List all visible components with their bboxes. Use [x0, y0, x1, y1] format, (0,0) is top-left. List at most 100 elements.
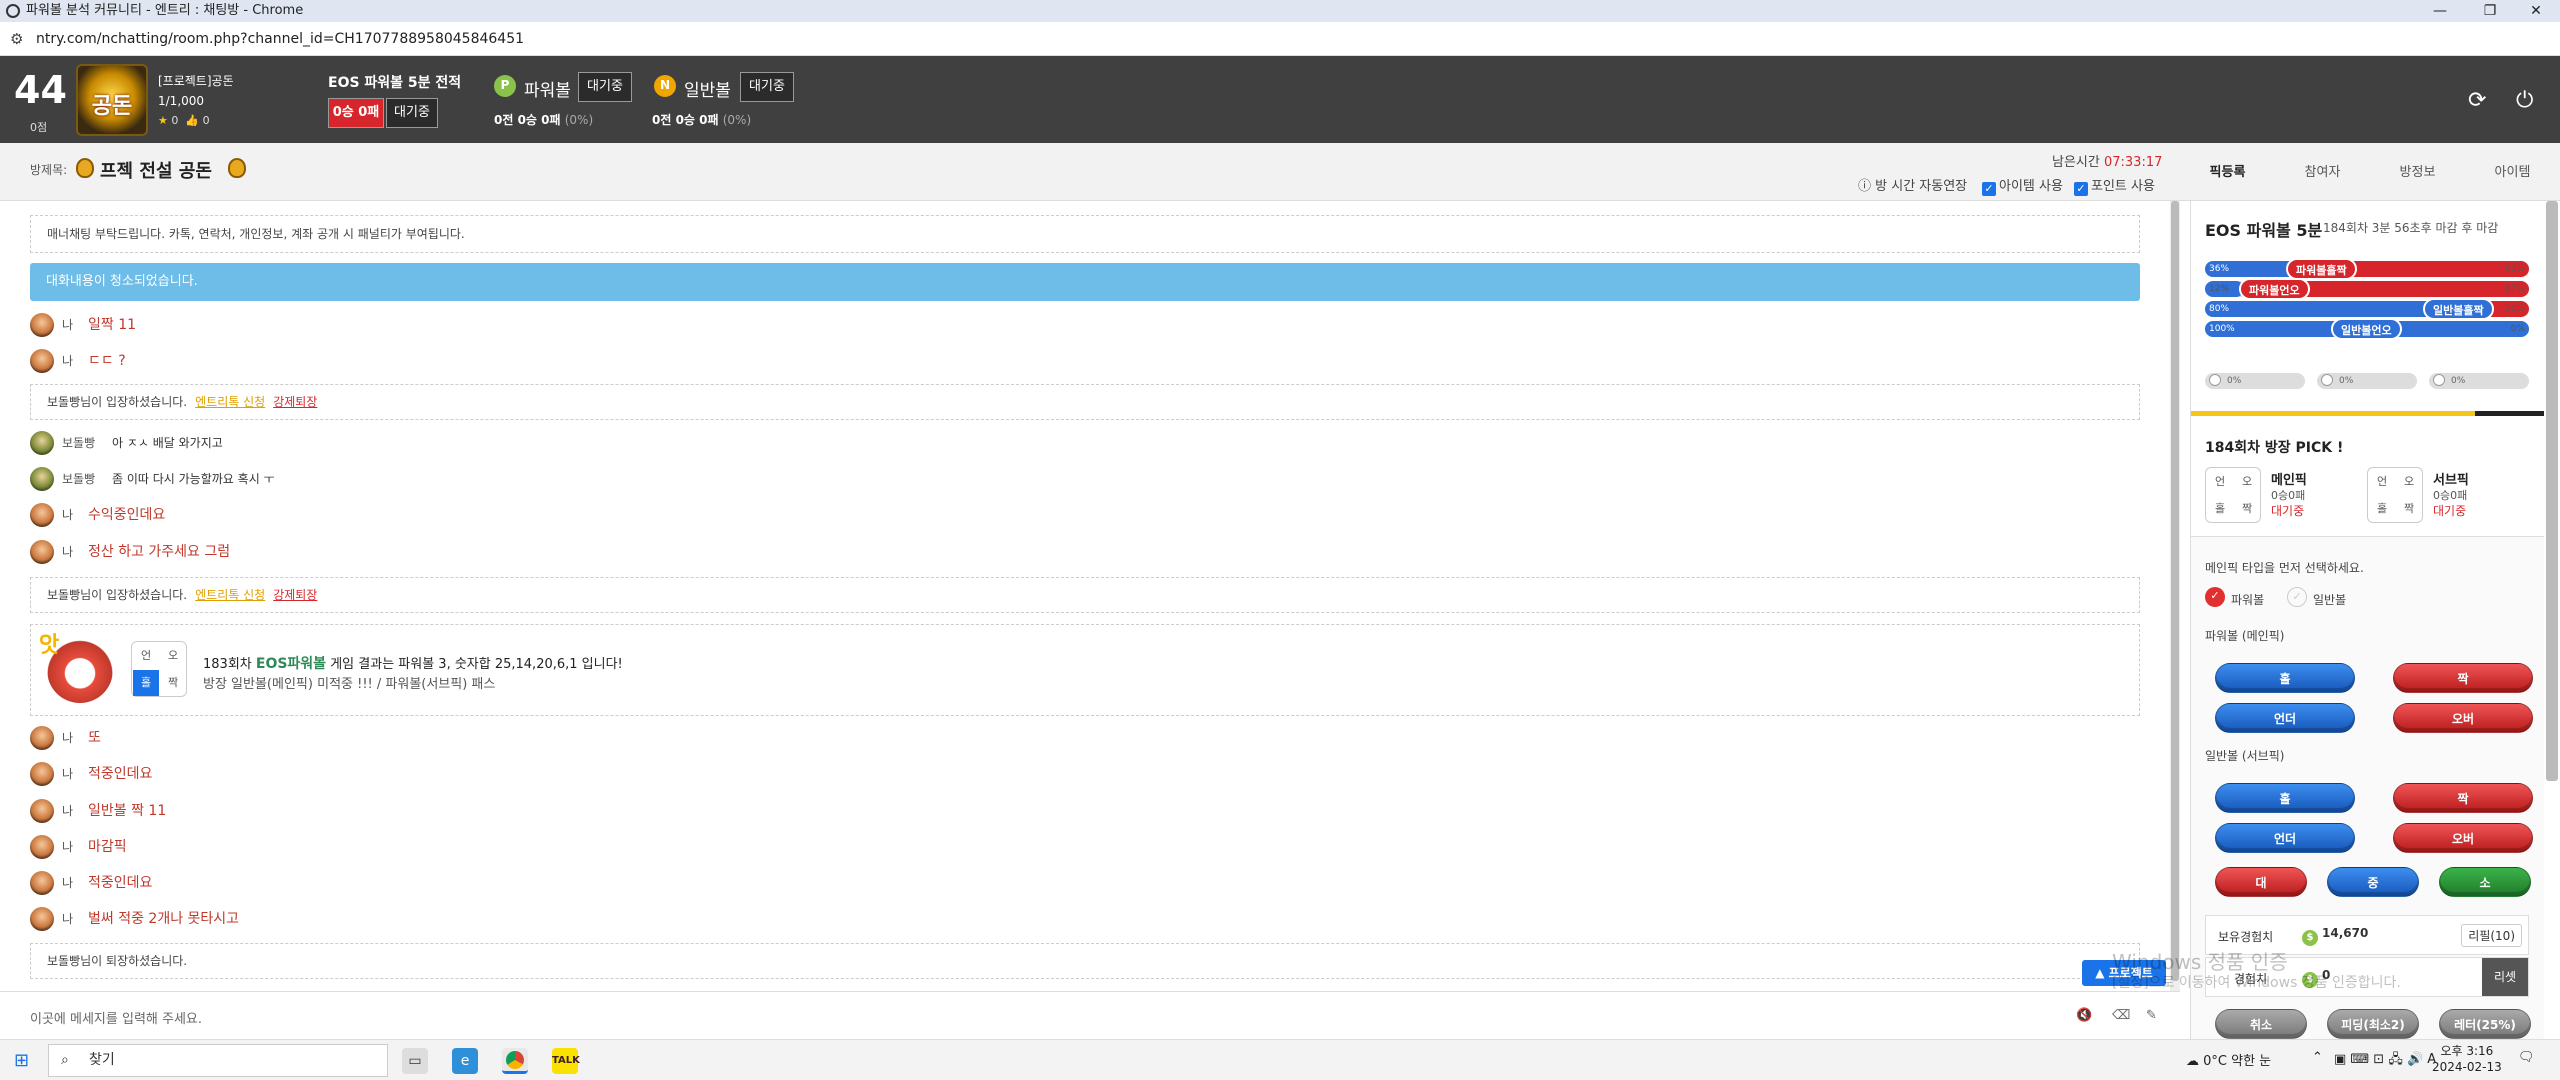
normalball-n-icon: N	[654, 75, 676, 97]
mid-button[interactable]: 중	[2327, 867, 2419, 897]
power-icon[interactable]: ⏻	[2516, 88, 2533, 113]
auto-extend-label: 방 시간 자동연장	[1875, 179, 1968, 194]
powerball-record: 0전 0승 0패 (0%)	[494, 111, 593, 128]
message-input[interactable]: 이곳에 메세지를 입력해 주세요.	[30, 1008, 202, 1027]
room-name: 프젝 전설 공돈	[100, 161, 212, 182]
edge-browser-icon[interactable]: e	[452, 1048, 478, 1074]
restore-icon[interactable]: ❐	[2470, 0, 2510, 22]
user-avatar-icon	[30, 349, 54, 373]
power-over-button[interactable]: 오버	[2393, 703, 2533, 733]
refresh-icon[interactable]: ⟳	[2468, 88, 2486, 113]
kick-link[interactable]: 강제퇴장	[273, 588, 317, 602]
eos-status-button[interactable]: 대기중	[386, 98, 438, 128]
reset-button[interactable]: 리셋	[2482, 958, 2528, 996]
normal-odd-button[interactable]: 홀	[2215, 783, 2355, 813]
tray-icons[interactable]: ▣ ⌨ ⊡ 🖧 🔊 A	[2334, 1050, 2436, 1072]
message-sender: 나	[62, 354, 74, 368]
letter-button[interactable]: 레터(25%)	[2439, 1009, 2531, 1039]
powerball-type-radio-checked-icon[interactable]: ✓	[2205, 587, 2225, 607]
cancel-button[interactable]: 취소	[2215, 1009, 2307, 1039]
manner-notice: 매너채팅 부탁드립니다. 카톡, 연락처, 개인정보, 계좌 공개 시 패널티가…	[30, 215, 2140, 253]
result-grid: 언 오 홀 짝	[131, 641, 187, 697]
message-text: 일짝 11	[88, 317, 137, 333]
chrome-browser-icon[interactable]	[502, 1048, 528, 1074]
checkbox-checked-icon: ✓	[1982, 182, 1996, 196]
system-clock[interactable]: 오후 3:16 2024-02-13	[2432, 1043, 2502, 1075]
mute-icon[interactable]: 🔇	[2076, 1008, 2092, 1023]
mini-stat-value: 0%	[2451, 376, 2466, 386]
message-input-bar[interactable]: 이곳에 메세지를 입력해 주세요. 🔇 ⌫ ✎	[0, 991, 2180, 1039]
url-text[interactable]: ntry.com/nchatting/room.php?channel_id=C…	[36, 22, 524, 56]
select-hint: 메인픽 타입을 먼저 선택하세요.	[2205, 561, 2364, 575]
star-icon: ★	[158, 114, 168, 127]
grid-cell: 짝	[2241, 502, 2253, 515]
exp-value: 14,670	[2322, 926, 2369, 940]
message-text: 수익중인데요	[88, 507, 166, 523]
clock-date: 2024-02-13	[2432, 1060, 2502, 1074]
kick-link[interactable]: 강제퇴장	[273, 395, 317, 409]
scrollbar-thumb[interactable]	[2171, 201, 2179, 981]
tray-chevron-icon[interactable]: ⌃	[2312, 1050, 2323, 1065]
entry-talk-link[interactable]: 엔트리톡 신청	[195, 588, 265, 602]
power-even-button[interactable]: 짝	[2393, 663, 2533, 693]
point-use-checkbox[interactable]: ✓ 포인트 사용	[2074, 175, 2155, 196]
address-bar[interactable]: ⚙ ntry.com/nchatting/room.php?channel_id…	[0, 22, 2560, 56]
power-odd-button[interactable]: 홀	[2215, 663, 2355, 693]
ratio-right-value: 0%	[2510, 324, 2525, 334]
checkbox-checked-icon: ✓	[2074, 182, 2088, 196]
normalball-status-button[interactable]: 대기중	[740, 72, 794, 102]
site-info-icon[interactable]: ⚙	[10, 22, 23, 56]
tab-participants[interactable]: 참여자	[2275, 161, 2370, 180]
chrome-logo-icon	[506, 1051, 524, 1069]
normalball-type-radio-icon[interactable]: ✓	[2287, 587, 2307, 607]
eraser-icon[interactable]: ⌫	[2112, 1008, 2130, 1023]
mini-stat-value: 0%	[2339, 376, 2354, 386]
taskbar-search[interactable]: ⌕ 찾기	[48, 1044, 388, 1077]
ratio-right-value: 63%	[2504, 264, 2525, 274]
windows-start-icon[interactable]: ⊞	[14, 1050, 29, 1071]
kakaotalk-icon[interactable]: TALK	[552, 1048, 580, 1074]
big-button[interactable]: 대	[2215, 867, 2307, 897]
message-sender: 나	[62, 912, 74, 926]
normal-even-button[interactable]: 짝	[2393, 783, 2533, 813]
powerball-status-button[interactable]: 대기중	[578, 72, 632, 102]
ratio-left-value: 12%	[2209, 284, 2230, 294]
refill-button[interactable]: 리필(10)	[2461, 924, 2522, 947]
auto-extend-option[interactable]: ⓘ 방 시간 자동연장	[1858, 175, 1967, 194]
tab-pick-register[interactable]: 픽등록	[2180, 161, 2275, 180]
panel-scrollbar[interactable]	[2546, 201, 2558, 781]
task-view-icon[interactable]: ▭	[402, 1048, 428, 1074]
avatar[interactable]: 공돈	[76, 64, 148, 136]
grid-cell: 오	[167, 649, 179, 662]
power-under-button[interactable]: 언더	[2215, 703, 2355, 733]
result-round: 183회차	[203, 657, 252, 672]
weather-widget[interactable]: ☁ 0°C 약한 눈	[2186, 1050, 2271, 1069]
room-title-bar: 방제목: 프젝 전설 공돈 남은시간 07:33:17 ⓘ 방 시간 자동연장 …	[0, 143, 2180, 201]
small-button[interactable]: 소	[2439, 867, 2531, 897]
stat-icon	[2433, 374, 2445, 386]
tab-items[interactable]: 아이템	[2465, 161, 2560, 180]
tab-room-info[interactable]: 방정보	[2370, 161, 2465, 180]
coin-icon: $	[2302, 930, 2318, 946]
item-use-checkbox[interactable]: ✓ 아이템 사용	[1982, 175, 2063, 196]
minimize-icon[interactable]: —	[2420, 0, 2460, 22]
level-points: 0점	[30, 121, 48, 134]
timer-progress-remaining	[2475, 411, 2544, 416]
ratio-left-value: 36%	[2209, 264, 2230, 274]
notification-icon[interactable]: 🗨	[2518, 1050, 2535, 1065]
normalball-record-pct: (0%)	[722, 113, 752, 127]
type-power-label[interactable]: 파워볼	[2231, 591, 2264, 608]
grid-cell: 홀	[2376, 502, 2388, 515]
chat-scrollbar[interactable]	[2170, 201, 2180, 991]
item-use-label: 아이템 사용	[1999, 179, 2063, 194]
ratio-bar: 36% 63% 파워볼홀짝	[2205, 258, 2529, 280]
stat-icon	[2209, 374, 2221, 386]
normal-under-button[interactable]: 언더	[2215, 823, 2355, 853]
feeding-button[interactable]: 피딩(최소2)	[2327, 1009, 2419, 1039]
type-normal-label[interactable]: 일반볼	[2313, 591, 2346, 608]
normal-over-button[interactable]: 오버	[2393, 823, 2533, 853]
close-icon[interactable]: ✕	[2516, 0, 2556, 22]
entry-talk-link[interactable]: 엔트리톡 신청	[195, 395, 265, 409]
exp-value-wrap: $14,670	[2302, 926, 2368, 946]
magic-wand-icon[interactable]: ✎	[2146, 1008, 2157, 1023]
